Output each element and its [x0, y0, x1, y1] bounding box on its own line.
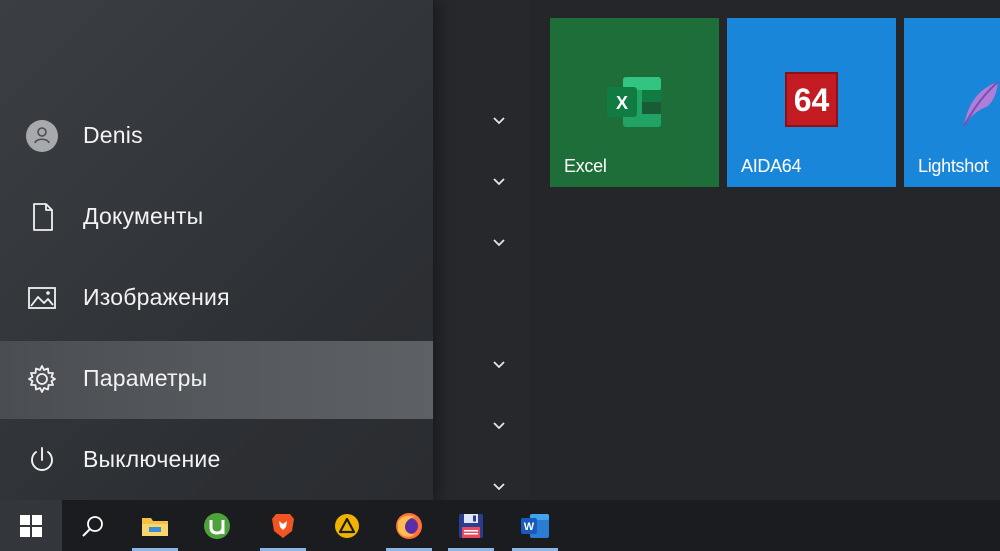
person-icon — [34, 127, 50, 144]
nav-label-settings: Параметры — [83, 365, 208, 391]
power-icon — [31, 447, 53, 471]
picture-icon — [28, 287, 56, 309]
nav-item-pictures[interactable]: Изображения — [0, 260, 433, 338]
taskbar-utorrent[interactable] — [186, 500, 248, 551]
nav-item-settings[interactable]: Параметры — [0, 341, 433, 419]
word-icon: W — [521, 513, 549, 538]
taskbar-file-explorer[interactable] — [124, 500, 186, 551]
chevron-down-icon[interactable] — [491, 478, 507, 494]
nav-label-documents: Документы — [83, 203, 204, 229]
chevron-down-icon[interactable] — [491, 417, 507, 433]
search-icon — [82, 515, 103, 537]
floppy-save-icon — [459, 513, 483, 538]
tile-label: AIDA64 — [741, 156, 802, 176]
utorrent-icon — [204, 512, 230, 539]
tile-lightshot[interactable]: Lightshot — [904, 18, 1000, 187]
chevron-down-icon[interactable] — [491, 356, 507, 372]
start-menu-left-rail: Denis Документы Изображения Параметры Вы… — [0, 0, 433, 500]
nav-item-documents[interactable]: Документы — [0, 179, 433, 257]
taskbar-floppy-app[interactable] — [440, 500, 502, 551]
lightshot-feather-icon — [963, 81, 999, 127]
tile-label: Excel — [564, 156, 607, 176]
user-avatar-icon — [26, 120, 58, 152]
tile-aida64[interactable]: 64 AIDA64 — [727, 18, 896, 187]
app-list[interactable]: e — [420, 0, 863, 500]
taskbar-word[interactable]: W — [504, 500, 566, 551]
start-menu-screen: e X Excel 64 AIDA64 Lightshot — [0, 0, 1000, 551]
taskbar: W — [0, 500, 1000, 551]
start-icon — [20, 514, 42, 537]
aida64-icon-text: 64 — [793, 82, 830, 118]
user-name: Denis — [83, 122, 143, 148]
start-button[interactable] — [0, 500, 62, 551]
taskbar-brave[interactable] — [252, 500, 314, 551]
taskbar-firefox[interactable] — [378, 500, 440, 551]
taskbar-archicad[interactable] — [316, 500, 378, 551]
chevron-down-icon[interactable] — [491, 234, 507, 250]
user-account-item[interactable]: Denis — [0, 98, 433, 176]
svg-text:W: W — [524, 521, 535, 533]
nav-label-pictures: Изображения — [83, 284, 230, 310]
nav-label-power: Выключение — [83, 446, 221, 472]
file-explorer-icon — [142, 517, 168, 536]
tile-label: Lightshot — [918, 156, 989, 176]
aida64-icon: 64 — [785, 72, 838, 127]
chevron-down-icon[interactable] — [491, 173, 507, 189]
nav-item-power[interactable]: Выключение — [0, 422, 433, 500]
svg-text:X: X — [616, 93, 628, 113]
excel-icon: X — [607, 77, 661, 127]
firefox-icon — [396, 512, 422, 539]
tile-excel[interactable]: X Excel — [550, 18, 719, 187]
document-icon — [33, 203, 53, 231]
brave-icon — [272, 513, 294, 538]
archicad-icon — [335, 513, 359, 538]
search-button[interactable] — [62, 500, 124, 551]
chevron-down-icon[interactable] — [491, 112, 507, 128]
gear-icon — [28, 365, 56, 393]
